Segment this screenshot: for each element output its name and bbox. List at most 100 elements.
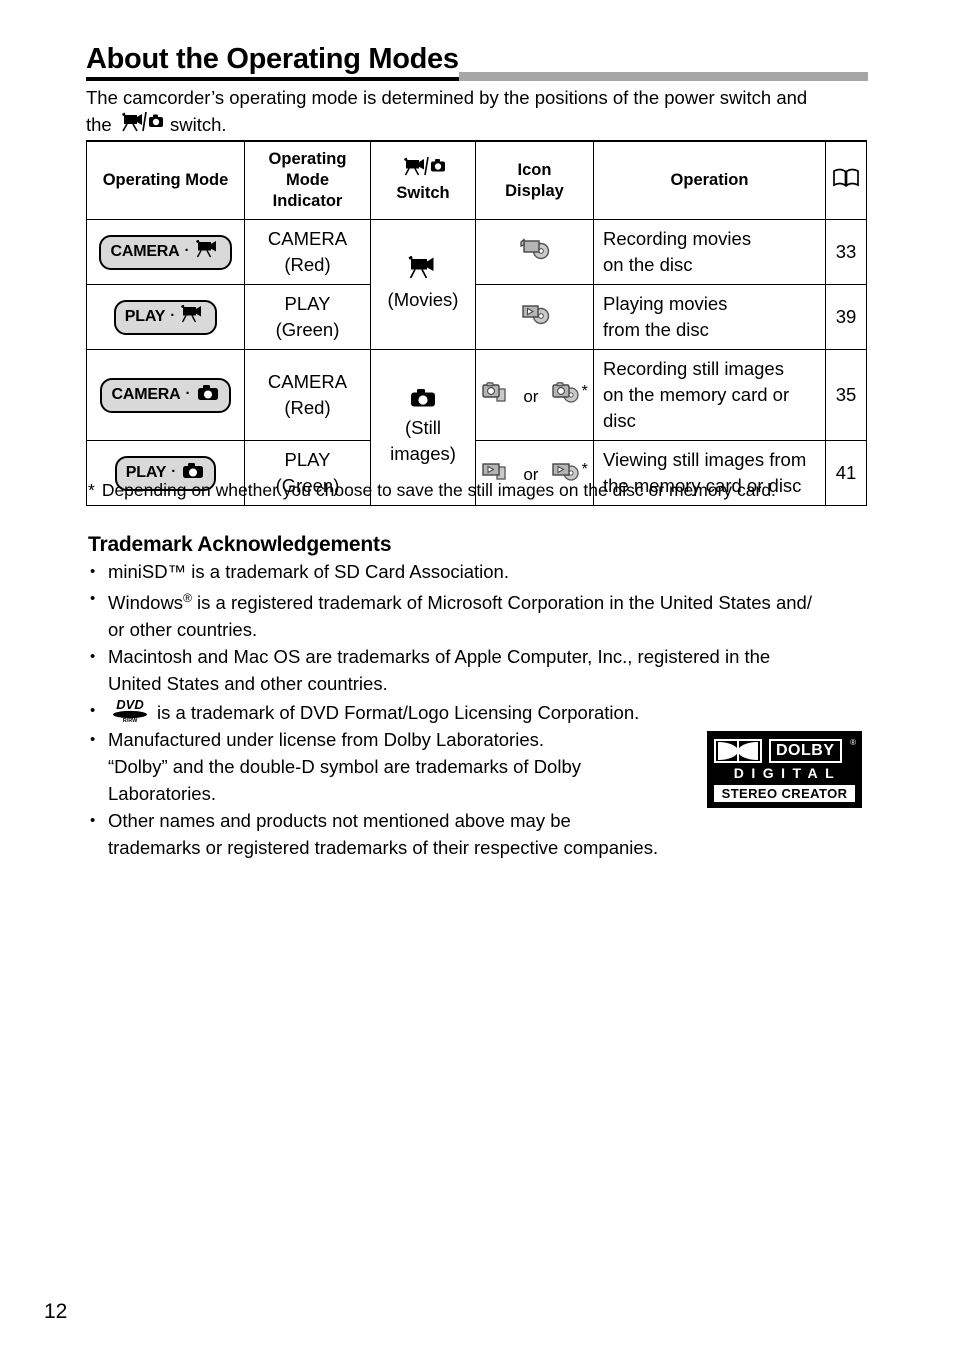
- svg-text:DVD: DVD: [116, 697, 144, 712]
- dolby-stereo-creator-label: STEREO CREATOR: [714, 785, 855, 802]
- intro-line-1: The camcorder’s operating mode is determ…: [86, 87, 808, 108]
- intro-line-2-prefix: the: [86, 114, 112, 135]
- indicator-line-1: CAMERA: [267, 371, 348, 392]
- icon-footnote-star: *: [581, 460, 588, 478]
- operation-cell: Playing movies from the disc: [593, 284, 826, 350]
- page-number: 12: [44, 1300, 68, 1323]
- bullet-icon: •: [90, 563, 96, 580]
- switch-group-label: (Movies): [387, 289, 459, 310]
- header-switch-label: Switch: [396, 184, 450, 202]
- reference-page-cell: 39: [825, 284, 867, 350]
- indicator-line-2: (Red): [284, 397, 331, 418]
- movie-camera-still-camera-switch-icon: [400, 156, 446, 183]
- camera-movies-badge: CAMERA ·: [99, 234, 232, 270]
- dolby-wordmark: DOLBY: [769, 739, 842, 763]
- badge-separator: ·: [170, 306, 176, 324]
- still-camera-icon: [196, 382, 220, 408]
- operation-cell: Recording still images on the memory car…: [593, 349, 826, 441]
- header-icon-display: Icon Display: [475, 140, 594, 220]
- trademark-text: Other names and products not mentioned a…: [108, 810, 571, 832]
- bullet-icon: •: [90, 648, 96, 666]
- dolby-digital-stereo-creator-logo: DOLBY ® DIGITAL STEREO CREATOR: [707, 731, 862, 808]
- icon-display-cell: [475, 284, 594, 350]
- icon-display-cell: [475, 219, 594, 285]
- open-book-icon: [832, 167, 860, 194]
- movie-camera-icon: [180, 304, 206, 330]
- trademark-text: Manufactured under license from Dolby La…: [108, 729, 545, 751]
- operation-line-2: on the memory card or: [603, 384, 790, 405]
- reference-page-cell: 33: [825, 219, 867, 285]
- mode-badge-cell: CAMERA ·: [86, 349, 245, 441]
- dolby-logo-top-row: DOLBY ®: [714, 738, 856, 764]
- table-row: CAMERA · CAMERA (Red) (Still images) or …: [86, 349, 867, 506]
- table-header-row: Operating Mode OperatingModeIndicator: [86, 140, 867, 220]
- operation-cell: Recording movies on the disc: [593, 219, 826, 285]
- list-item: • miniSD™ is a trademark of SD Card Asso…: [88, 558, 878, 585]
- icon-footnote-star: *: [581, 382, 588, 400]
- movie-camera-still-camera-switch-icon: [118, 111, 164, 140]
- trademark-text-line2: “Dolby” and the double-D symbol are trad…: [108, 756, 581, 778]
- bullet-icon: •: [90, 702, 96, 720]
- registered-mark: ®: [183, 591, 192, 605]
- operation-line-1: Playing movies: [603, 293, 728, 314]
- trademark-text: is a trademark of DVD Format/Logo Licens…: [157, 702, 640, 724]
- mode-badge-cell: CAMERA ·: [86, 219, 245, 285]
- bullet-icon: •: [90, 731, 96, 749]
- badge-label: PLAY: [124, 307, 166, 325]
- indicator-line-2: (Red): [284, 254, 331, 275]
- trademark-text-line2: United States and other countries.: [108, 673, 388, 695]
- table-footnote: * Depending on whether you choose to save…: [88, 478, 868, 502]
- indicator-line-1: CAMERA: [267, 228, 348, 249]
- mode-indicator-cell: CAMERA (Red): [244, 349, 371, 441]
- operation-line-1: Viewing still images from: [603, 449, 807, 470]
- indicator-line-1: PLAY: [284, 293, 331, 314]
- dvd-r-rw-logo: DVD R/RW: [108, 697, 152, 724]
- table-row: CAMERA · CAMERA (Red) (Movies) Recording…: [86, 219, 867, 350]
- badge-separator: ·: [184, 241, 190, 259]
- intro-paragraph: The camcorder’s operating mode is determ…: [86, 84, 876, 140]
- trademark-text-line3: Laboratories.: [108, 783, 216, 805]
- mode-indicator-cell: PLAY (Green): [244, 284, 371, 350]
- operation-line-1: Recording movies: [603, 228, 752, 249]
- header-icon-display-line1: Icon: [517, 160, 552, 179]
- dolby-digital-label: DIGITAL: [733, 765, 842, 781]
- svg-text:R/RW: R/RW: [123, 718, 138, 723]
- page-title-block: About the Operating Modes: [86, 42, 868, 81]
- switch-group-movies: (Movies): [370, 219, 476, 350]
- list-item: • DVD R/RW is a trademark of DVD Format/…: [88, 697, 878, 726]
- intro-line-2-suffix: switch.: [170, 114, 227, 135]
- header-mode-indicator: Operating Mode Indicator: [244, 140, 371, 220]
- operation-line-2: from the disc: [603, 319, 709, 340]
- trademarks-list: • miniSD™ is a trademark of SD Card Asso…: [88, 558, 878, 861]
- header-switch: Switch: [370, 140, 476, 220]
- list-item: • Other names and products not mentioned…: [88, 807, 878, 861]
- page-title: About the Operating Modes: [86, 42, 459, 81]
- bullet-icon: •: [90, 812, 96, 830]
- trademark-text: Macintosh and Mac OS are trademarks of A…: [108, 646, 771, 668]
- mode-indicator-cell: CAMERA (Red): [244, 219, 371, 285]
- operating-modes-table: Operating Mode OperatingModeIndicator: [86, 140, 867, 506]
- icon-display-cell: or *: [475, 349, 594, 441]
- badge-separator: ·: [171, 462, 177, 480]
- table-row: PLAY · PLAY (Green) Playing movies from …: [86, 284, 867, 350]
- footnote-text: Depending on whether you choose to save …: [101, 480, 776, 500]
- bullet-icon: •: [90, 590, 96, 607]
- play-disc-icon: [518, 302, 552, 333]
- dolby-registered-mark: ®: [850, 738, 856, 747]
- movie-camera-icon: [195, 239, 221, 265]
- list-item: • Macintosh and Mac OS are trademarks of…: [88, 643, 878, 697]
- trademarks-heading: Trademark Acknowledgements: [88, 533, 392, 556]
- trademark-text: miniSD™ is a trademark of SD Card Associ…: [108, 561, 509, 582]
- document-page: About the Operating Modes The camcorder’…: [0, 0, 954, 1357]
- indicator-line-1: PLAY: [284, 449, 331, 470]
- camera-still-badge: CAMERA ·: [100, 377, 231, 413]
- list-item: • Windows® is a registered trademark of …: [88, 585, 878, 643]
- reference-page-cell: 35: [825, 349, 867, 441]
- indicator-line-2: (Green): [275, 319, 340, 340]
- trademark-word: Windows: [108, 592, 184, 614]
- operation-line-3: disc: [603, 410, 636, 431]
- mode-badge-cell: PLAY ·: [86, 284, 245, 350]
- operation-line-2: on the disc: [603, 254, 693, 275]
- header-icon-display-line2: Display: [505, 181, 564, 200]
- badge-separator: ·: [185, 384, 191, 402]
